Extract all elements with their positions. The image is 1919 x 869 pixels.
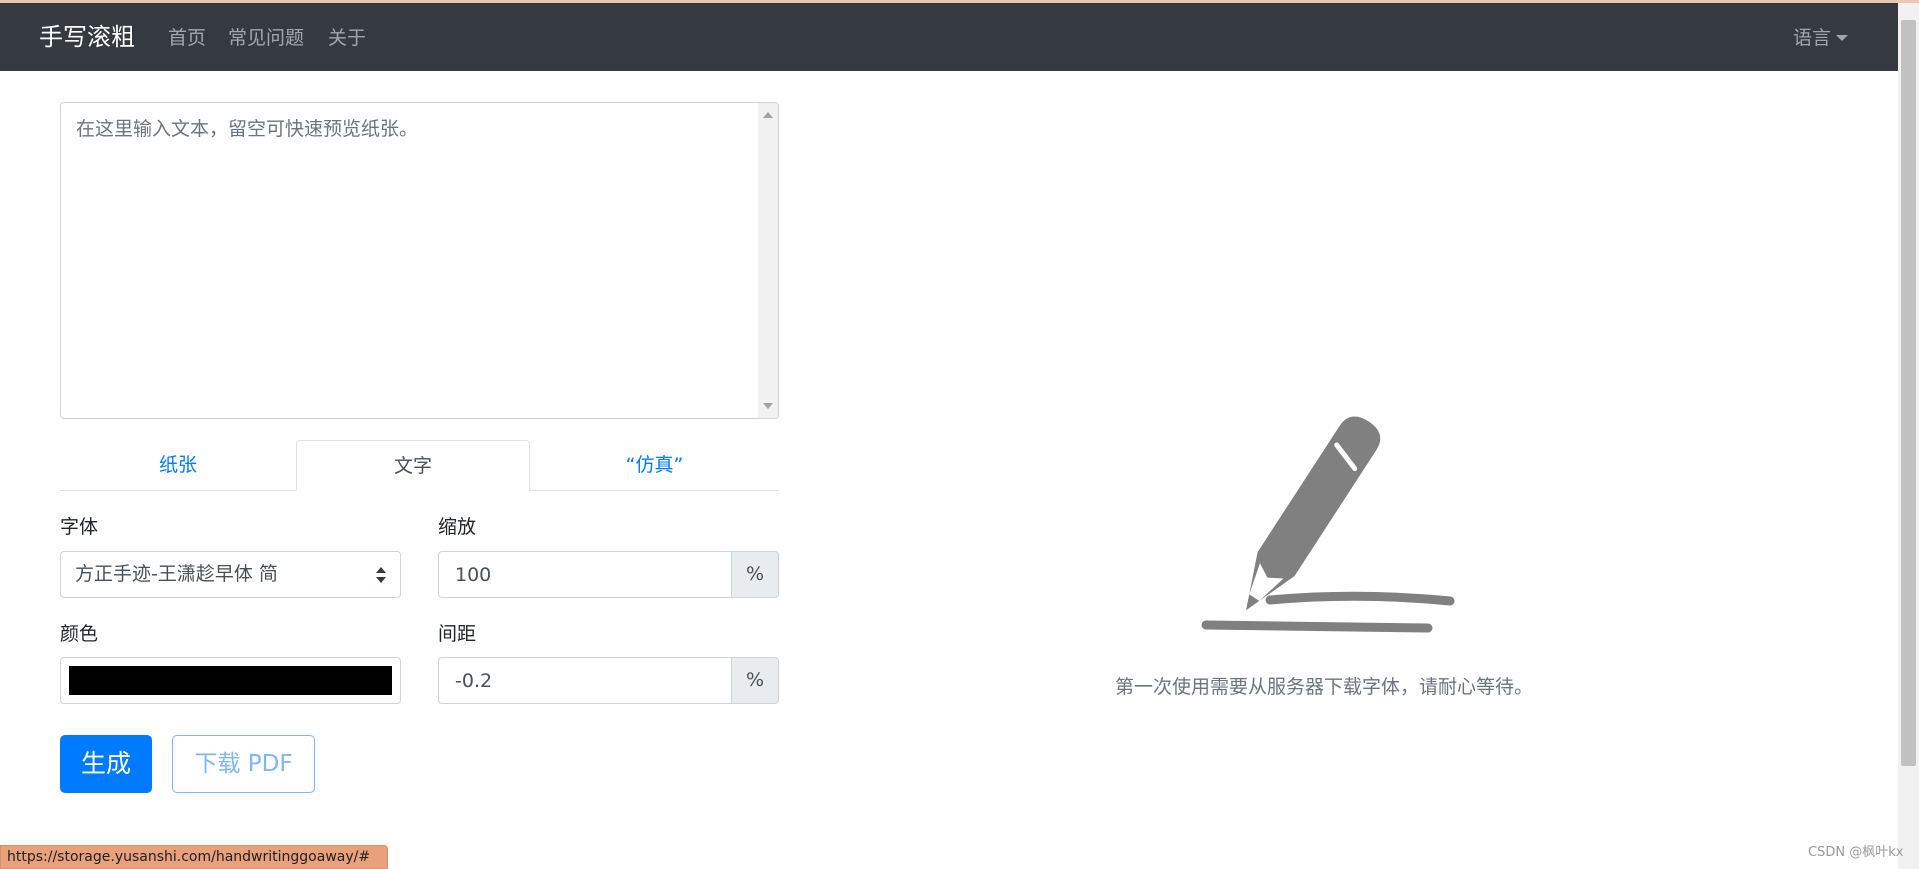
text-input[interactable] — [61, 103, 758, 418]
navbar: 手写滚粗 首页 常见问题 关于 语言 — [0, 3, 1898, 71]
caret-down-icon — [1836, 35, 1849, 41]
color-label: 颜色 — [60, 623, 99, 645]
language-label: 语言 — [1793, 27, 1832, 49]
spacing-unit: % — [731, 657, 779, 704]
brand-logo[interactable]: 手写滚粗 — [39, 21, 135, 53]
pen-icon — [1201, 416, 1455, 633]
download-pdf-button[interactable]: 下载 PDF — [172, 735, 315, 793]
font-label: 字体 — [60, 516, 99, 538]
tab-simulation[interactable]: “仿真” — [530, 440, 779, 491]
scale-label: 缩放 — [438, 516, 477, 538]
font-select[interactable]: 方正手迹-王潇趁早体 简 — [60, 551, 401, 598]
nav-link-about[interactable]: 关于 — [328, 25, 366, 51]
textarea-scrollbar[interactable] — [758, 103, 778, 418]
color-swatch — [69, 666, 392, 695]
scroll-down-icon[interactable] — [763, 403, 773, 409]
tab-paper[interactable]: 纸张 — [60, 440, 296, 491]
spacing-label: 间距 — [438, 623, 477, 645]
spacing-input-group: % — [438, 657, 779, 704]
select-arrows-icon — [376, 567, 386, 583]
watermark: CSDN @枫叶kx — [1808, 845, 1904, 860]
font-select-value: 方正手迹-王潇趁早体 简 — [75, 563, 278, 585]
nav-link-faq[interactable]: 常见问题 — [228, 25, 304, 51]
generate-button[interactable]: 生成 — [60, 735, 152, 793]
status-bar-url: https://storage.yusanshi.com/handwriting… — [0, 845, 388, 869]
spacing-input[interactable] — [438, 657, 732, 704]
language-dropdown[interactable]: 语言 — [1793, 25, 1849, 51]
color-picker[interactable] — [60, 657, 401, 704]
page-scrollbar-thumb[interactable] — [1901, 20, 1916, 766]
scale-unit: % — [731, 551, 779, 598]
nav-link-home[interactable]: 首页 — [168, 25, 206, 51]
scale-input-group: % — [438, 551, 779, 598]
scroll-up-icon[interactable] — [763, 112, 773, 118]
tab-text[interactable]: 文字 — [296, 440, 530, 491]
preview-message: 第一次使用需要从服务器下载字体，请耐心等待。 — [1114, 676, 1533, 698]
scale-input[interactable] — [438, 551, 732, 598]
text-input-area[interactable] — [60, 102, 779, 419]
